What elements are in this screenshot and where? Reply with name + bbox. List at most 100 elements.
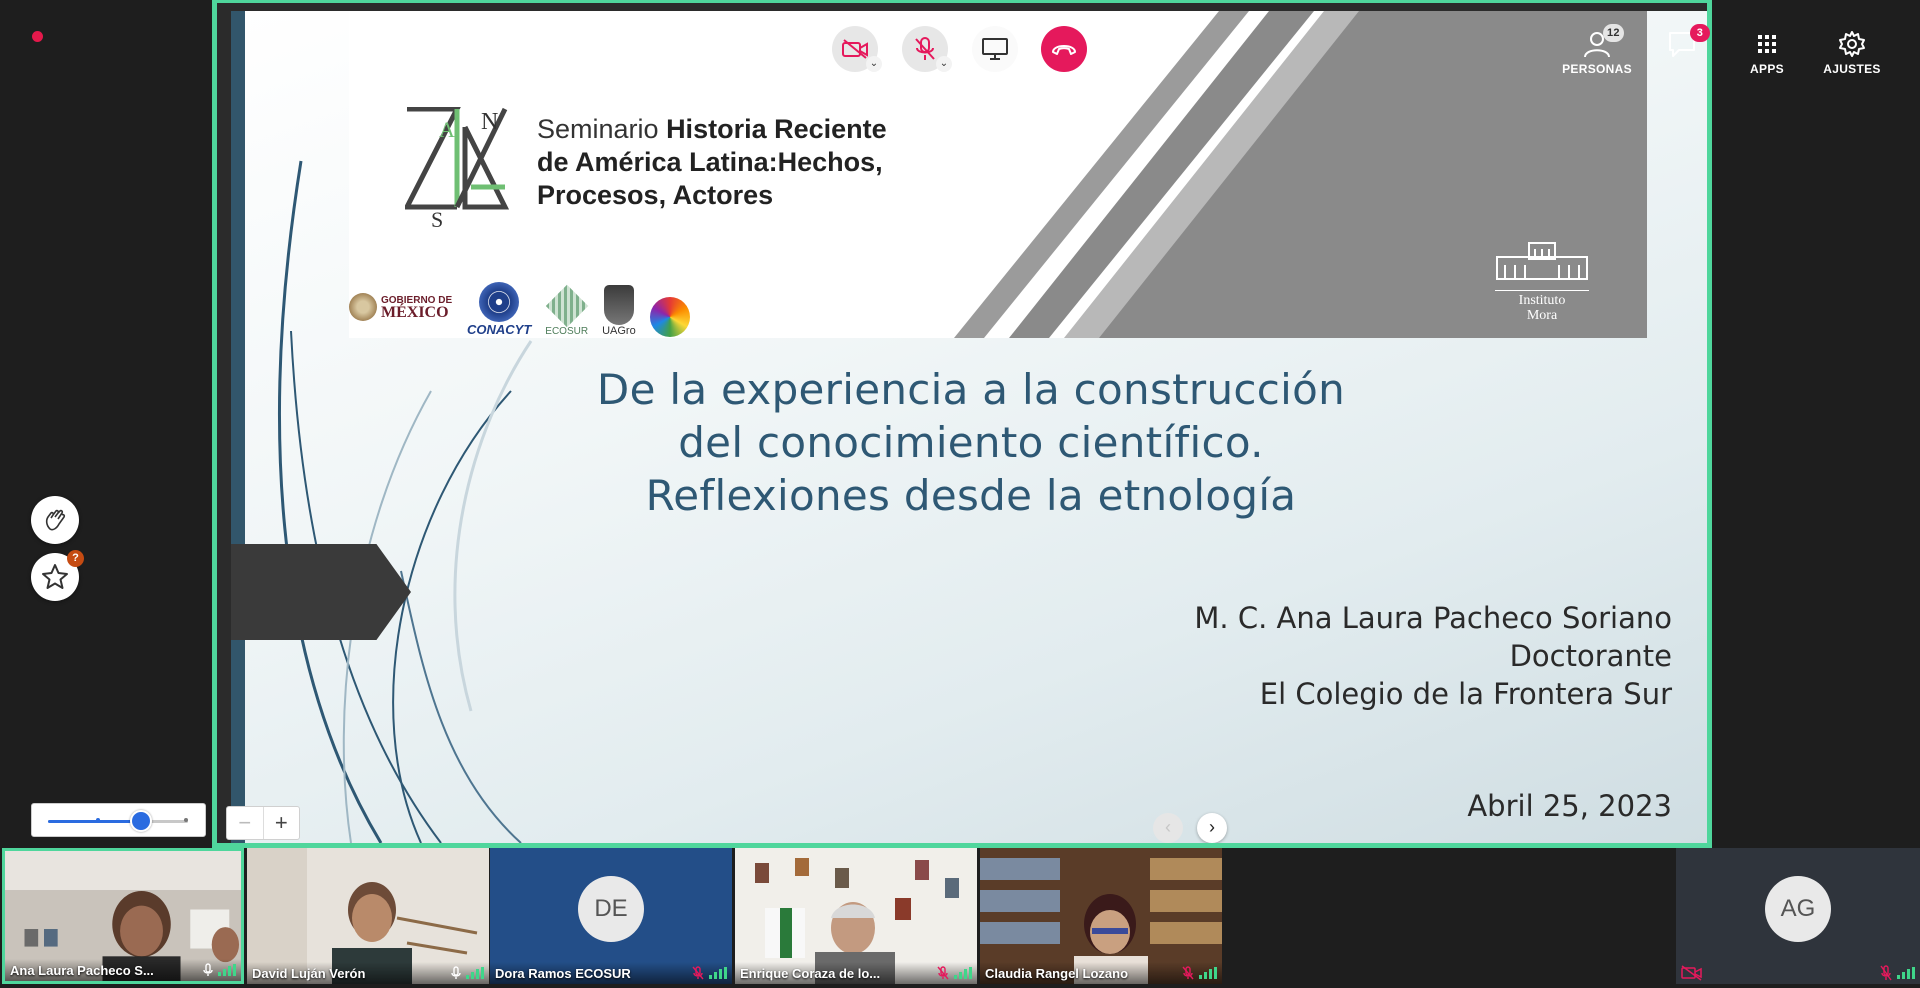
slide-prev-button[interactable]: ‹ (1153, 813, 1183, 843)
slide-title-line3: Reflexiones desde la etnología (645, 471, 1297, 520)
svg-text:S: S (431, 207, 443, 229)
svg-text:N: N (481, 109, 498, 135)
camera-toggle-button[interactable]: ⌄ (832, 26, 882, 72)
favorite-button[interactable]: ? (31, 550, 84, 601)
raise-hand-button[interactable] (31, 496, 79, 544)
slide-next-button[interactable]: › (1197, 813, 1227, 843)
colorful-network-icon (649, 297, 690, 337)
institute-line2: Mora (1526, 308, 1558, 323)
slide-date: Abril 25, 2023 (1467, 789, 1672, 823)
author-name: M. C. Ana Laura Pacheco Soriano (1194, 601, 1672, 635)
hang-up-button[interactable] (1041, 26, 1087, 72)
mic-icon (203, 963, 213, 976)
colorful-network-logo (649, 277, 690, 337)
apps-button[interactable]: APPS (1729, 26, 1805, 76)
participant-tile[interactable]: David Luján Verón (247, 848, 489, 984)
signal-strength-icon (466, 967, 484, 979)
conacyt-label: CONACYT (467, 322, 532, 337)
settings-label: AJUSTES (1823, 62, 1881, 76)
participant-strip: Ana Laura Pacheco S... David Luján Verón (0, 848, 1920, 988)
chat-button[interactable]: 3 (1644, 24, 1720, 62)
mic-off-icon[interactable] (1879, 965, 1893, 981)
camera-off-icon[interactable] (1681, 965, 1703, 981)
recording-indicator (32, 31, 43, 42)
slide: N S A Seminario Historia Reciente de Amé… (231, 11, 1707, 843)
participant-footer: Enrique Coraza de lo... (735, 962, 977, 984)
participant-name: David Luján Verón (252, 965, 366, 981)
participant-tile[interactable]: Ana Laura Pacheco S... (2, 848, 244, 984)
zoom-out-button[interactable]: − (227, 807, 264, 839)
people-button[interactable]: 12 PERSONAS (1559, 24, 1635, 76)
participant-name: Ana Laura Pacheco S... (10, 962, 154, 978)
participant-avatar: AG (1765, 876, 1831, 942)
phone-hangup-icon (1052, 45, 1076, 55)
waving-hand-icon (45, 509, 66, 531)
slide-author-block: M. C. Ana Laura Pacheco Soriano Doctoran… (1194, 599, 1672, 713)
participant-name: Dora Ramos ECOSUR (495, 965, 631, 981)
people-count-badge: 12 (1603, 24, 1624, 42)
slider-tick (96, 818, 100, 822)
seminar-line2: de América Latina:Hechos, (537, 147, 883, 177)
gear-icon (1839, 31, 1865, 57)
building-icon (1496, 242, 1588, 280)
mic-off-icon (937, 966, 949, 980)
star-icon (42, 564, 68, 589)
presentation-stage: N S A Seminario Historia Reciente de Amé… (212, 0, 1712, 848)
apps-label: APPS (1750, 62, 1784, 76)
chevron-down-icon[interactable]: ⌄ (936, 56, 952, 72)
mic-icon (451, 966, 461, 979)
mic-off-icon (915, 37, 935, 60)
gobierno-mexico-logo: GOBIERNO DE MÉXICO (349, 277, 453, 337)
chat-count-badge: 3 (1690, 24, 1710, 42)
seminar-line1-light: Seminario (537, 114, 667, 144)
author-institution: El Colegio de la Frontera Sur (1259, 677, 1672, 711)
conacyt-mark-icon (479, 282, 520, 322)
svg-text:A: A (439, 117, 455, 142)
participant-tile[interactable]: Claudia Rangel Lozano (980, 848, 1222, 984)
ecosur-label: ECOSUR (545, 326, 589, 337)
uag-logo: UAGro (602, 277, 636, 337)
help-badge: ? (67, 550, 84, 567)
uag-label: UAGro (602, 325, 636, 337)
seminar-logo: N S A (405, 107, 510, 229)
slide-title-line1: De la experiencia a la construcción (596, 365, 1346, 414)
mora-divider (1495, 290, 1589, 291)
signal-strength-icon (1897, 967, 1915, 979)
settings-button[interactable]: AJUSTES (1814, 26, 1890, 76)
participant-tile[interactable]: Enrique Coraza de lo... (735, 848, 977, 984)
author-role: Doctorante (1509, 639, 1672, 673)
participant-footer: Claudia Rangel Lozano (980, 962, 1222, 984)
participant-footer: Dora Ramos ECOSUR (490, 962, 732, 984)
zoom-in-button[interactable]: + (264, 807, 300, 839)
slide-title-line2: del conocimiento científico. (678, 418, 1264, 467)
monitor-icon (982, 38, 1008, 60)
slider-fill (48, 820, 134, 823)
participant-footer: David Luján Verón (247, 962, 489, 984)
participant-tile[interactable]: DE Dora Ramos ECOSUR (490, 848, 732, 984)
instituto-mora-logo: Instituto Mora (1495, 241, 1589, 323)
self-view-tile[interactable]: AG (1676, 848, 1920, 984)
participant-footer (1676, 962, 1920, 984)
people-label: PERSONAS (1562, 62, 1632, 76)
institute-line1: Instituto (1518, 293, 1566, 308)
sponsor-logos: GOBIERNO DE MÉXICO CONACYT ECOSUR UAGro (349, 277, 690, 337)
mic-off-icon (692, 966, 704, 980)
slide-arrow-shape (231, 544, 411, 640)
conacyt-logo: CONACYT (467, 277, 531, 337)
video-conference-app: N S A Seminario Historia Reciente de Amé… (0, 0, 1920, 988)
participant-name: Claudia Rangel Lozano (985, 965, 1129, 981)
seminar-line3: Procesos, Actores (537, 180, 774, 210)
slider-thumb[interactable] (130, 810, 152, 832)
screen-share-button[interactable] (972, 26, 1018, 72)
gob-line2: MÉXICO (381, 304, 449, 321)
mic-toggle-button[interactable]: ⌄ (902, 26, 952, 72)
ecosur-logo: ECOSUR (545, 277, 588, 337)
seminar-line1-bold: Historia Reciente (666, 114, 887, 144)
chevron-down-icon[interactable]: ⌄ (866, 56, 882, 72)
zoom-control: − + (226, 806, 300, 840)
mic-off-icon (1182, 966, 1194, 980)
signal-strength-icon (1199, 967, 1217, 979)
signal-strength-icon (218, 964, 236, 976)
volume-slider[interactable] (31, 803, 206, 837)
ecosur-mark-icon (545, 284, 588, 328)
